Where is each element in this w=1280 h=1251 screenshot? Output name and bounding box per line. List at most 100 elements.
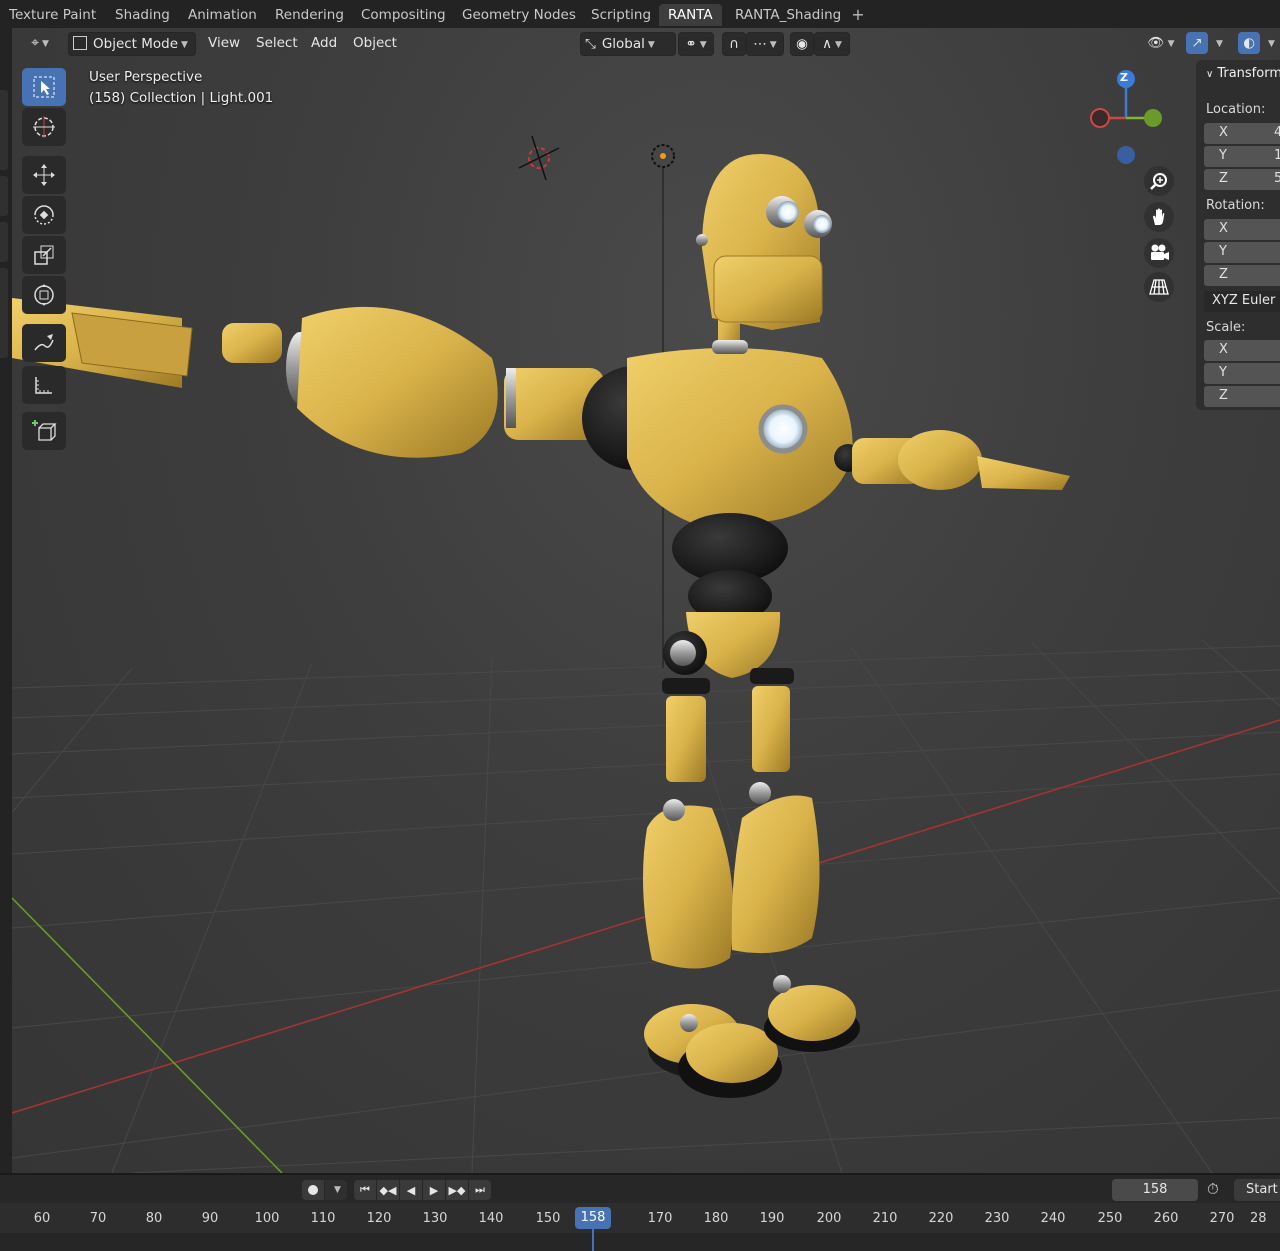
rotation-z-field[interactable]: Z [1204, 265, 1280, 286]
axis-x-label: X [1219, 221, 1228, 236]
grid-perspective-icon [1149, 279, 1169, 295]
rotation-x-field[interactable]: X [1204, 219, 1280, 240]
transform-title: Transform [1217, 66, 1280, 81]
proportional-edit-toggle[interactable]: ◉ [790, 32, 814, 56]
rotation-y-field[interactable]: Y [1204, 242, 1280, 263]
playhead-frame-label[interactable]: 158 [575, 1207, 611, 1229]
tab-scripting[interactable]: Scripting [582, 4, 660, 26]
tab-texture-paint[interactable]: Texture Paint [0, 4, 105, 26]
play-button[interactable]: ▶ [423, 1180, 445, 1200]
move-tool[interactable] [22, 156, 66, 194]
tab-shading[interactable]: Shading [106, 4, 179, 26]
tab-rendering[interactable]: Rendering [266, 4, 353, 26]
next-keyframe-button[interactable]: ▶◆ [446, 1180, 468, 1200]
frame-tick-label: 250 [1097, 1211, 1123, 1226]
transform-panel-header[interactable]: ∨ Transform [1206, 66, 1280, 81]
tab-animation[interactable]: Animation [179, 4, 266, 26]
transform-tool[interactable] [22, 276, 66, 314]
overlays-dropdown[interactable]: ▼ [1262, 32, 1278, 54]
location-x-field[interactable]: X4 [1204, 123, 1280, 144]
timeline-track[interactable] [0, 1233, 1280, 1251]
tab-compositing[interactable]: Compositing [352, 4, 455, 26]
light-object-icon[interactable] [651, 144, 675, 168]
gizmo-toggle[interactable]: ↗ [1186, 32, 1208, 54]
timeline-ruler[interactable]: 60 70 80 90 100 110 120 130 140 150 170 … [0, 1203, 1280, 1251]
camera-view-button[interactable] [1144, 238, 1174, 268]
snap-toggle[interactable]: ∩ [722, 32, 746, 56]
tab-geometry-nodes[interactable]: Geometry Nodes [453, 4, 585, 26]
jump-end-icon: ⏭ [475, 1183, 485, 1196]
chevron-down-icon: ▼ [181, 40, 188, 50]
3d-viewport[interactable] [12, 28, 1280, 1173]
menu-select[interactable]: Select [256, 32, 298, 54]
add-cube-icon [32, 420, 57, 441]
record-dot-icon [308, 1185, 318, 1195]
current-frame-field[interactable]: 158 [1112, 1179, 1198, 1201]
scale-tool[interactable] [22, 236, 66, 274]
gizmo-dropdown[interactable]: ▼ [1210, 32, 1226, 54]
view-name: User Perspective [89, 69, 203, 85]
mode-dropdown[interactable]: Object Mode ▼ [68, 32, 196, 56]
scale-label: Scale: [1206, 320, 1246, 335]
start-frame-field[interactable]: Start [1234, 1179, 1280, 1201]
frame-tick-label: 28 [1250, 1211, 1267, 1226]
add-workspace-icon[interactable]: + [849, 4, 867, 26]
falloff-dropdown[interactable]: ∧ ▼ [814, 32, 850, 56]
pivot-icon: ⚭ [685, 36, 697, 52]
side-tab[interactable] [0, 176, 8, 216]
jump-end-button[interactable]: ⏭ [469, 1180, 491, 1200]
hand-icon [1153, 208, 1165, 225]
rotation-mode-dropdown[interactable]: XYZ Euler [1204, 291, 1280, 312]
scale-z-field[interactable]: Z [1204, 386, 1280, 407]
robot-model[interactable] [12, 154, 1070, 1098]
axis-z-label: Z [1219, 388, 1228, 403]
navigation-gizmo[interactable]: Z [1086, 68, 1170, 168]
tab-ranta-shading[interactable]: RANTA_Shading [726, 4, 850, 26]
frame-tick-label: 220 [928, 1211, 954, 1226]
location-y-field[interactable]: Y1 [1204, 146, 1280, 167]
menu-add[interactable]: Add [311, 32, 337, 54]
pan-button[interactable] [1144, 202, 1174, 232]
playhead-line[interactable] [592, 1229, 594, 1251]
magnet-icon: ∩ [729, 36, 739, 52]
side-tab[interactable] [0, 268, 8, 358]
snap-increment-icon: ⋯ [753, 36, 767, 52]
jump-start-button[interactable]: ⏮ [354, 1180, 376, 1200]
menu-object[interactable]: Object [353, 32, 397, 54]
select-box-tool[interactable] [22, 68, 66, 106]
pivot-dropdown[interactable]: ⚭ ▼ [678, 32, 714, 56]
side-tab[interactable] [0, 90, 8, 170]
editor-type-dropdown[interactable]: ⌖ ▼ [24, 32, 56, 54]
snap-target-dropdown[interactable]: ⋯ ▼ [746, 32, 784, 56]
keying-dropdown[interactable]: ▼ [325, 1180, 347, 1200]
rotate-tool[interactable] [22, 196, 66, 234]
axis-gizmo [1090, 70, 1162, 164]
frame-tick-label: 260 [1153, 1211, 1179, 1226]
scale-y-field[interactable]: Y [1204, 363, 1280, 384]
perspective-toggle-button[interactable] [1144, 272, 1174, 302]
cursor-tool[interactable] [22, 108, 66, 146]
stopwatch-icon[interactable]: ⏱ [1207, 1180, 1219, 1198]
frame-tick-label: 90 [201, 1211, 219, 1226]
scene-render [12, 135, 1280, 1173]
scale-x-field[interactable]: X [1204, 340, 1280, 361]
3d-cursor-icon[interactable] [518, 135, 560, 181]
tab-ranta[interactable]: RANTA [659, 4, 722, 26]
location-z-field[interactable]: Z5 [1204, 169, 1280, 190]
side-tab[interactable] [0, 222, 8, 262]
add-cube-tool[interactable] [22, 412, 66, 450]
visibility-dropdown[interactable]: 👁 ▼ [1144, 32, 1178, 54]
axis-y-label: Y [1219, 148, 1227, 163]
prev-keyframe-button[interactable]: ◆◀ [377, 1180, 399, 1200]
menu-view[interactable]: View [208, 32, 240, 54]
play-reverse-button[interactable]: ◀ [400, 1180, 422, 1200]
record-button[interactable] [302, 1180, 324, 1200]
transform-orientation-dropdown[interactable]: ⤡ Global ▼ [580, 32, 676, 56]
location-x-value: 4 [1274, 125, 1280, 140]
zoom-button[interactable] [1144, 166, 1174, 196]
measure-tool[interactable] [22, 366, 66, 404]
axis-x-label: X [1219, 125, 1228, 140]
overlays-toggle[interactable]: ◐ [1238, 32, 1260, 54]
location-y-value: 1 [1274, 148, 1280, 163]
annotate-tool[interactable] [22, 324, 66, 362]
